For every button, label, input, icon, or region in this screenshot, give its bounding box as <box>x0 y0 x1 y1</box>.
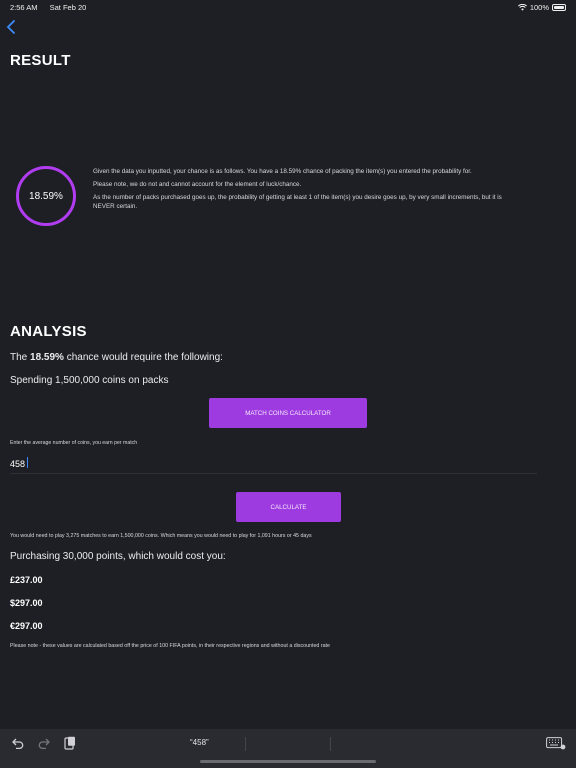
chance-requirement-text: The 18.59% chance would require the foll… <box>10 352 223 363</box>
wifi-icon <box>517 4 527 11</box>
chance-value: 18.59% <box>30 352 64 363</box>
suggestion-divider <box>245 737 246 751</box>
price-disclaimer: Please note - these values are calculate… <box>10 643 330 649</box>
points-text: Purchasing 30,000 points, which would co… <box>10 551 226 562</box>
result-title: RESULT <box>10 52 71 69</box>
autocorrect-suggestion[interactable]: “458” <box>190 738 209 747</box>
calculate-button[interactable]: CALCULATE <box>236 492 341 522</box>
spending-text: Spending 1,500,000 coins on packs <box>10 375 169 386</box>
status-date: Sat Feb 20 <box>49 3 87 12</box>
price-gbp: £237.00 <box>10 575 43 585</box>
price-eur: €297.00 <box>10 621 43 631</box>
redo-icon[interactable] <box>38 738 50 749</box>
battery-percentage: 100% <box>529 3 549 12</box>
battery-icon <box>552 4 566 11</box>
price-usd: $297.00 <box>10 598 43 608</box>
result-paragraph: Please note, we do not and cannot accoun… <box>93 181 302 189</box>
result-description: Given the data you inputted, your chance… <box>93 168 523 216</box>
status-bar: 2:56 AM Sat Feb 20 100% <box>0 0 576 14</box>
coins-input-label: Enter the average number of coins, you e… <box>10 440 138 446</box>
home-indicator <box>200 760 376 763</box>
keyboard-dismiss-icon[interactable] <box>546 737 566 750</box>
chance-percentage: 18.59% <box>29 190 63 202</box>
analysis-title: ANALYSIS <box>10 323 87 340</box>
chevron-left-icon <box>6 20 15 34</box>
chance-ring: 18.59% <box>16 166 76 226</box>
status-time: 2:56 AM <box>10 3 38 12</box>
text-caret <box>27 457 28 468</box>
undo-icon[interactable] <box>12 738 24 749</box>
result-paragraph: Given the data you inputted, your chance… <box>93 168 472 175</box>
matches-result-text: You would need to play 3,275 matches to … <box>10 533 312 539</box>
coins-per-match-input[interactable] <box>10 455 537 474</box>
suggestion-divider <box>330 737 331 751</box>
result-paragraph: As the number of packs purchased goes up… <box>93 194 502 210</box>
back-button[interactable] <box>6 20 20 36</box>
paste-icon[interactable] <box>64 736 76 750</box>
match-coins-calculator-button[interactable]: MATCH COINS CALCULATOR <box>209 398 367 428</box>
